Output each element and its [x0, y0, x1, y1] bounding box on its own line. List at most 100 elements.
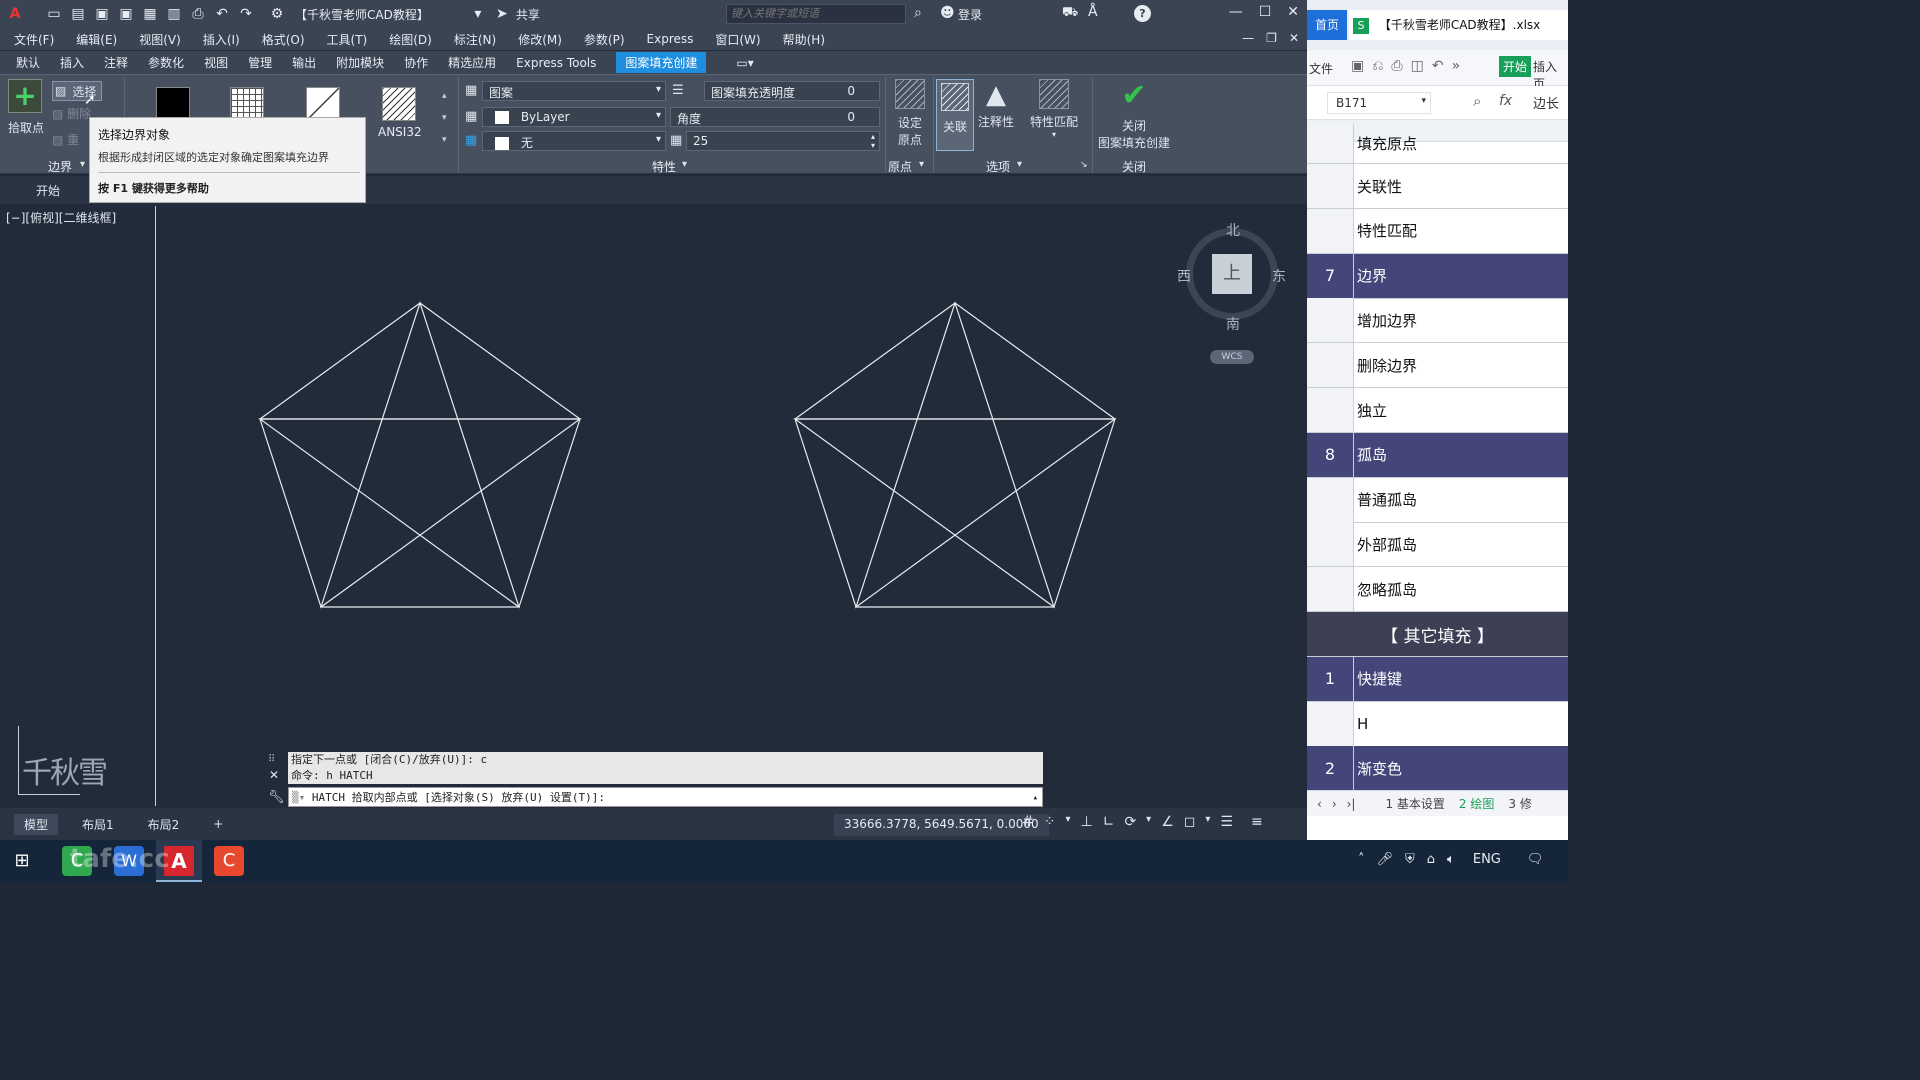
layout-tab[interactable]: 模型 — [14, 813, 59, 835]
menu-item[interactable]: 修改(M) — [518, 31, 562, 48]
menu-item[interactable]: Express — [647, 32, 694, 46]
cell[interactable]: H — [1354, 702, 1568, 746]
isodraft-icon[interactable]: ∠ — [1161, 814, 1174, 830]
table-row[interactable]: 外部孤岛 — [1307, 522, 1568, 568]
language-indicator[interactable]: ENG — [1473, 852, 1501, 867]
hatch-color-select[interactable]: ByLayer ▾ — [482, 107, 666, 127]
cell[interactable]: 边界 — [1354, 253, 1568, 298]
close-icon[interactable]: ✕ — [1287, 4, 1299, 20]
background-color-select[interactable]: 无 ▾ — [482, 131, 666, 151]
pattern-ansi32[interactable] — [382, 87, 416, 121]
ribbon-tab[interactable]: 精选应用 — [448, 52, 496, 73]
show-hidden-icons-icon[interactable]: ˄ — [1358, 852, 1365, 867]
layout-tab[interactable]: 布局1 — [72, 814, 124, 835]
nav-next-icon[interactable]: › — [1332, 797, 1337, 811]
cell[interactable]: 普通孤岛 — [1354, 478, 1568, 522]
network-icon[interactable]: ⌂ — [1427, 852, 1435, 867]
share-button[interactable]: 共享 — [516, 6, 540, 23]
doc-minimize-icon[interactable]: — — [1242, 31, 1254, 45]
hatch-type-select[interactable]: 图案 ▾ — [482, 81, 666, 101]
sheet-tab[interactable]: 3 修 — [1508, 795, 1531, 812]
cell[interactable]: 关联性 — [1354, 164, 1568, 208]
undo-icon[interactable]: ↶ — [213, 5, 231, 23]
ribbon-tab[interactable]: 协作 — [404, 52, 428, 73]
compass-east[interactable]: 东 — [1272, 266, 1286, 286]
publish-icon[interactable]: ▦ — [141, 5, 159, 23]
table-row[interactable]: 删除边界 — [1307, 343, 1568, 389]
snap-icon[interactable]: ⁘ — [1044, 814, 1056, 830]
coordinates-readout[interactable]: 33666.3778, 5649.5671, 0.0000 — [834, 814, 1049, 836]
chevron-down-icon[interactable]: ▾ — [469, 5, 487, 23]
polar-tracking-icon[interactable]: ⟳ — [1124, 814, 1136, 830]
object-snap-icon[interactable]: ◻ — [1184, 814, 1196, 830]
chevron-down-icon[interactable]: ▾ — [919, 159, 924, 170]
sheet-tab[interactable]: 2 绘图 — [1459, 795, 1494, 812]
add-layout-button[interactable]: + — [203, 815, 233, 833]
security-shield-icon[interactable]: ⛨ — [1405, 852, 1415, 867]
ribbon-tab[interactable]: 默认 — [16, 52, 40, 73]
print-icon[interactable]: ⎙ — [189, 5, 207, 23]
table-row[interactable]: 独立 — [1307, 388, 1568, 433]
menu-item[interactable]: 格式(O) — [262, 31, 305, 48]
properties-panel-title[interactable]: 特性 — [652, 158, 676, 175]
table-row[interactable]: 【 其它填充 】 — [1307, 612, 1568, 657]
table-row[interactable]: 7 边界 — [1307, 253, 1568, 299]
pattern-diagonal[interactable] — [306, 87, 340, 121]
chevron-down-icon[interactable]: ▾ — [682, 159, 687, 170]
file-tab-start[interactable]: 开始 — [36, 182, 60, 199]
chevron-down-icon[interactable]: ▾ — [1205, 814, 1210, 830]
chevron-down-icon[interactable]: ▾ — [1146, 814, 1151, 830]
infer-constraints-icon[interactable]: ⊥ — [1081, 814, 1093, 830]
doc-close-icon[interactable]: ✕ — [1289, 31, 1299, 45]
microphone-icon[interactable]: 🎤︎ — [1377, 852, 1394, 867]
cell[interactable]: 忽略孤岛 — [1354, 567, 1568, 611]
close-hatch-button[interactable]: ✔ 关闭 图案填充创建 — [1096, 79, 1172, 151]
pick-point-button[interactable]: + 拾取点 — [8, 79, 48, 139]
sheet-tab[interactable]: 1 基本设置 — [1385, 795, 1444, 812]
layer-icon[interactable]: ☰ — [672, 83, 684, 98]
table-row[interactable]: 忽略孤岛 — [1307, 567, 1568, 613]
redo-icon[interactable]: ↷ — [237, 5, 255, 23]
dialog-launcher-icon[interactable]: ↘ — [1080, 160, 1088, 170]
nav-prev-icon[interactable]: ‹ — [1317, 797, 1322, 811]
compass-south[interactable]: 南 — [1226, 314, 1240, 334]
compass-west[interactable]: 西 — [1177, 266, 1191, 286]
menu-item[interactable]: 文件(F) — [14, 31, 54, 48]
maximize-icon[interactable]: ☐ — [1259, 4, 1272, 20]
ribbon-tab[interactable]: 注释 — [104, 52, 128, 73]
tab-start[interactable]: 开始 — [1499, 56, 1532, 77]
ribbon-tab[interactable]: 管理 — [248, 52, 272, 73]
compass-north[interactable]: 北 — [1226, 220, 1240, 240]
viewcube[interactable]: 上 北 南 西 东 — [1177, 220, 1286, 333]
set-origin-button[interactable]: 设定 原点 — [890, 79, 930, 148]
menu-item[interactable]: 帮助(H) — [783, 31, 825, 48]
scale-field[interactable]: 25 ▴ ▾ — [686, 131, 880, 151]
ortho-icon[interactable]: ∟ — [1103, 814, 1115, 830]
workspace-gear-icon[interactable]: ⚙ — [268, 5, 286, 23]
cell[interactable]: 填充原点 — [1354, 124, 1568, 163]
cell[interactable]: 孤岛 — [1354, 432, 1568, 477]
nav-last-icon[interactable]: ›| — [1347, 797, 1356, 811]
origin-panel-title[interactable]: 原点 — [888, 158, 912, 175]
table-row[interactable]: 关联性 — [1307, 164, 1568, 209]
start-button[interactable]: ⊞ — [10, 850, 34, 872]
chevron-down-icon[interactable]: ▾ — [1065, 814, 1070, 830]
panel-toggle-icon[interactable]: ▭▾ — [736, 56, 753, 70]
ribbon-tab[interactable]: 插入 — [60, 52, 84, 73]
drawing-viewport[interactable]: [−][俯视][二维线框] 上 北 南 西 东 WCS 千秋雪 — [0, 206, 1307, 806]
associative-toggle[interactable]: 关联 — [936, 79, 974, 151]
ribbon-tab[interactable]: 参数化 — [148, 52, 184, 73]
boundary-panel-title[interactable]: 边界 — [48, 158, 72, 175]
table-row[interactable]: 1 快捷键 — [1307, 656, 1568, 702]
save-as-icon[interactable]: ▣ — [117, 5, 135, 23]
annotative-button[interactable]: ▲ 注释性 — [976, 79, 1016, 130]
command-history-toggle[interactable]: ▴ — [1033, 788, 1038, 808]
menu-item[interactable]: 参数(P) — [584, 31, 625, 48]
new-file-icon[interactable]: ▭ — [45, 5, 63, 23]
login-button[interactable]: 登录 — [958, 6, 982, 23]
cell[interactable]: 渐变色 — [1354, 746, 1568, 791]
menu-item[interactable]: 视图(V) — [139, 31, 181, 48]
table-row[interactable]: 增加边界 — [1307, 298, 1568, 344]
cell[interactable]: 特性匹配 — [1354, 209, 1568, 253]
command-grip-icon[interactable]: ⠿ — [268, 754, 275, 765]
